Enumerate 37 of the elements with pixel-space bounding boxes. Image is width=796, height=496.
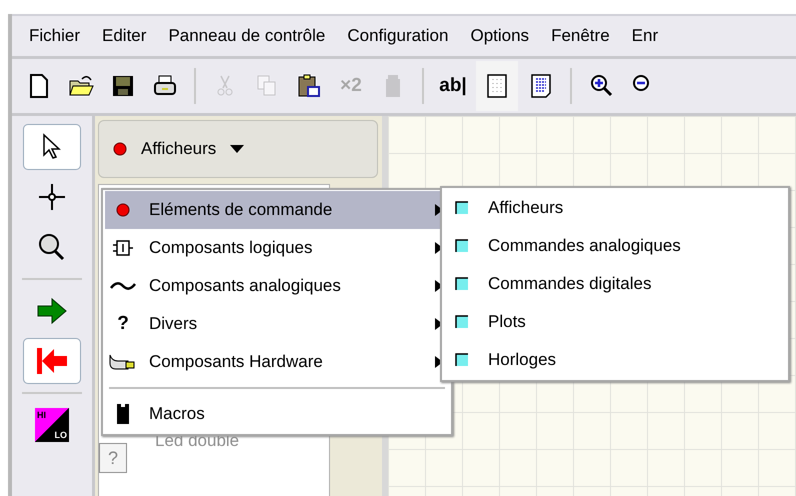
submenu-entry[interactable]: Plots <box>444 303 786 341</box>
tool-button[interactable] <box>23 124 81 170</box>
menu-item[interactable]: Options <box>459 26 540 46</box>
arrow-right-icon <box>36 297 68 325</box>
menu-item[interactable]: Panneau de contrôle <box>157 26 336 46</box>
hi-lo-icon: HI LO <box>35 408 69 442</box>
clipboard-icon <box>296 73 322 99</box>
led-icon <box>113 142 127 156</box>
menu-item[interactable]: Fenêtre <box>540 26 621 46</box>
macro-icon <box>116 403 130 425</box>
zoom-in-icon <box>588 73 614 99</box>
question-icon: ? <box>117 313 129 335</box>
led-icon <box>116 203 130 217</box>
category-dropdown[interactable]: Afficheurs <box>98 120 378 178</box>
component-icon <box>455 239 469 253</box>
tool-button[interactable]: HI LO <box>23 402 81 448</box>
help-icon: ? <box>99 443 127 473</box>
crosshair-icon <box>37 182 67 212</box>
component-icon <box>455 201 469 215</box>
pointer-icon <box>41 133 63 161</box>
submenu-entry[interactable]: Commandes analogiques <box>444 227 786 265</box>
menu-item[interactable]: Enr <box>620 26 670 46</box>
submenu-entry[interactable]: Commandes digitales <box>444 265 786 303</box>
submenu-entry[interactable]: Horloges <box>444 341 786 379</box>
component-icon <box>455 277 469 291</box>
menu-item[interactable]: Editer <box>91 26 158 46</box>
component-icon <box>455 353 469 367</box>
logic-gate-icon <box>112 239 134 257</box>
component-icon <box>455 315 469 329</box>
arrow-left-icon <box>35 346 69 376</box>
menu-item[interactable]: Configuration <box>336 26 460 46</box>
toolbar-button[interactable]: ab| <box>434 67 472 105</box>
caret-icon <box>230 145 244 153</box>
menu-item[interactable]: Fichier <box>18 26 92 46</box>
menu-entry[interactable]: Macros <box>105 395 449 433</box>
toolbar-button[interactable] <box>476 61 518 111</box>
wave-icon <box>110 280 136 292</box>
